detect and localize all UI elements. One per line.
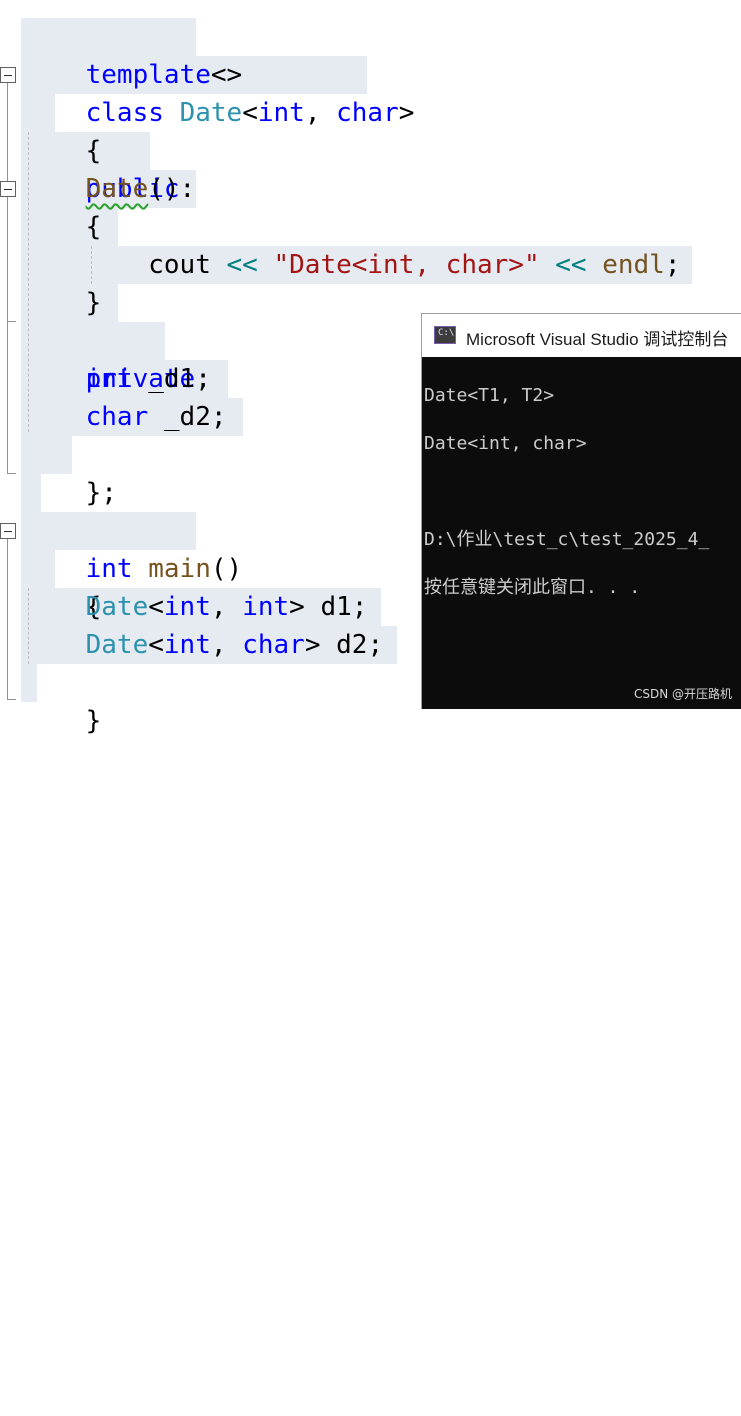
code-line-15: {: [23, 550, 102, 622]
debug-console-window[interactable]: C:\ Microsoft Visual Studio 调试控制台 Date<T…: [421, 313, 741, 709]
member-name: _d2: [163, 402, 211, 432]
type-int: int: [257, 98, 305, 128]
angle-open: <: [148, 630, 164, 660]
code-line-16: Date<int, int> d1;: [23, 588, 368, 626]
type-int: int: [163, 592, 211, 622]
fold-end: [7, 321, 16, 322]
console-title: Microsoft Visual Studio 调试控制台: [466, 330, 729, 349]
parens: (): [148, 174, 180, 204]
variable-name: d2: [336, 630, 368, 660]
console-output-line: Date<T1, T2>: [424, 385, 555, 406]
fold-line: [7, 197, 8, 322]
console-output-line: 按任意键关闭此窗口. . .: [424, 577, 641, 598]
fold-end: [7, 699, 16, 700]
semicolon: ;: [367, 630, 384, 660]
constructor-name[interactable]: Date: [86, 174, 149, 204]
console-output-line: D:\作业\test_c\test_2025_4_: [424, 529, 710, 550]
semicolon: ;: [210, 402, 227, 432]
collapse-ctor-icon[interactable]: [0, 181, 16, 197]
stream-operator: <<: [226, 250, 258, 280]
code-line-18: }: [23, 664, 102, 736]
type-char: char: [242, 630, 305, 660]
fold-end: [7, 473, 16, 474]
variable-name: d1: [320, 592, 352, 622]
string-literal: "Date<int, char>": [273, 250, 540, 280]
code-line-10: int _d1;: [23, 360, 211, 398]
code-line-3: {: [23, 94, 102, 166]
console-output[interactable]: Date<T1, T2> Date<int, char> D:\作业\test_…: [424, 360, 741, 648]
type-char: char: [85, 402, 149, 432]
fold-line: [7, 539, 8, 700]
collapse-main-icon[interactable]: [0, 523, 16, 539]
code-line-11: char _d2;: [23, 398, 227, 436]
endl-identifier: endl: [602, 250, 665, 280]
angle-close: >: [398, 98, 415, 128]
angle-open: <: [148, 592, 164, 622]
angle-open: <: [242, 98, 258, 128]
semicolon: ;: [351, 592, 368, 622]
console-app-icon: C:\: [434, 326, 456, 344]
code-line-8: }: [23, 284, 102, 322]
console-titlebar[interactable]: C:\ Microsoft Visual Studio 调试控制台: [422, 314, 741, 357]
semicolon: ;: [195, 364, 211, 394]
type-int: int: [242, 592, 290, 622]
type-char: char: [336, 98, 399, 128]
code-line-5: Date(): [23, 170, 180, 208]
type-int: int: [163, 630, 211, 660]
angle-close: >: [304, 630, 321, 660]
code-line-1: template<>: [23, 18, 243, 90]
class-close: };: [85, 478, 117, 508]
watermark: CSDN @开压路机: [633, 687, 732, 701]
code-line-9: private:: [23, 322, 211, 394]
code-line-12: };: [23, 436, 117, 508]
console-output-line: Date<int, char>: [424, 433, 587, 454]
brace-close: }: [85, 288, 102, 318]
function-main: main: [148, 554, 211, 584]
brace-open: {: [85, 212, 102, 242]
collapse-class-icon[interactable]: [0, 67, 16, 83]
angle-close: >: [289, 592, 305, 622]
code-line-2: class Date<int, char>: [23, 56, 415, 128]
comma: ,: [210, 630, 227, 660]
class-name: Date: [85, 592, 149, 622]
brace-close: }: [85, 706, 102, 736]
code-line-14: int main(): [23, 512, 243, 584]
colon: :: [179, 174, 196, 204]
code-line-6: {: [23, 208, 102, 246]
code-line-4: public:: [23, 132, 196, 204]
cout-identifier: cout: [148, 250, 211, 280]
semicolon: ;: [664, 250, 681, 280]
parens: (): [210, 554, 243, 584]
comma: ,: [304, 98, 321, 128]
console-icon-label: C:\: [438, 328, 455, 338]
class-name: Date: [85, 630, 149, 660]
type-int: int: [85, 364, 133, 394]
code-line-17: Date<int, char> d2;: [23, 626, 383, 664]
member-name: _d1: [148, 364, 196, 394]
class-name: Date: [179, 98, 243, 128]
comma: ,: [210, 592, 227, 622]
stream-operator: <<: [555, 250, 587, 280]
code-line-7: cout << "Date<int, char>" << endl;: [23, 246, 681, 284]
